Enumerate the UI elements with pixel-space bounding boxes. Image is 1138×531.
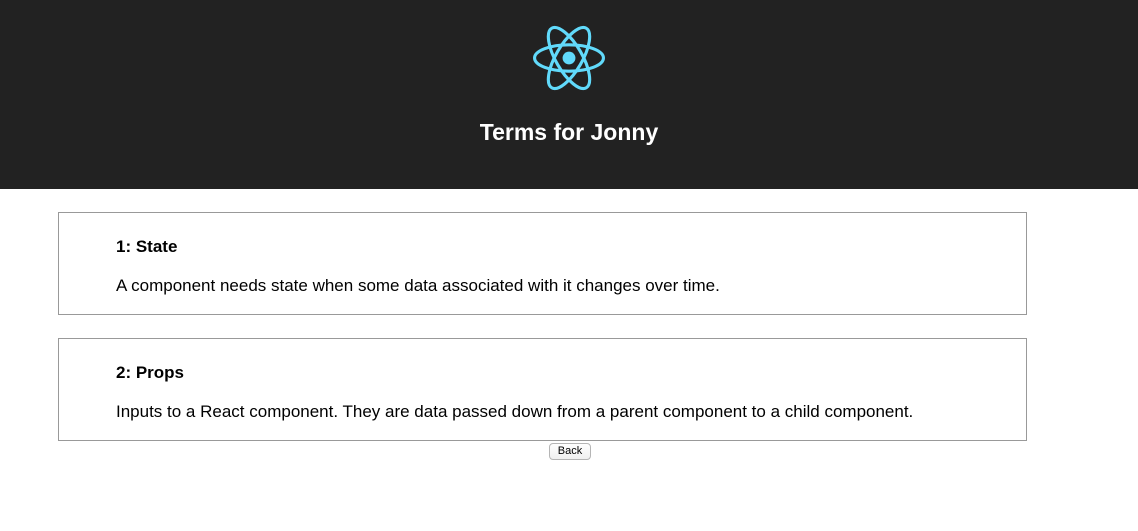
term-definition: A component needs state when some data a… bbox=[116, 276, 720, 295]
back-button[interactable]: Back bbox=[549, 443, 591, 460]
term-card: 2: Props Inputs to a React component. Th… bbox=[58, 338, 1027, 441]
term-definition: Inputs to a React component. They are da… bbox=[116, 402, 914, 421]
term-heading: 1: State bbox=[116, 237, 178, 256]
term-card: 1: State A component needs state when so… bbox=[58, 212, 1027, 315]
react-logo-icon bbox=[533, 25, 605, 91]
app-header: Terms for Jonny bbox=[0, 0, 1138, 189]
term-heading: 2: Props bbox=[116, 363, 185, 382]
page-title: Terms for Jonny bbox=[479, 119, 659, 145]
